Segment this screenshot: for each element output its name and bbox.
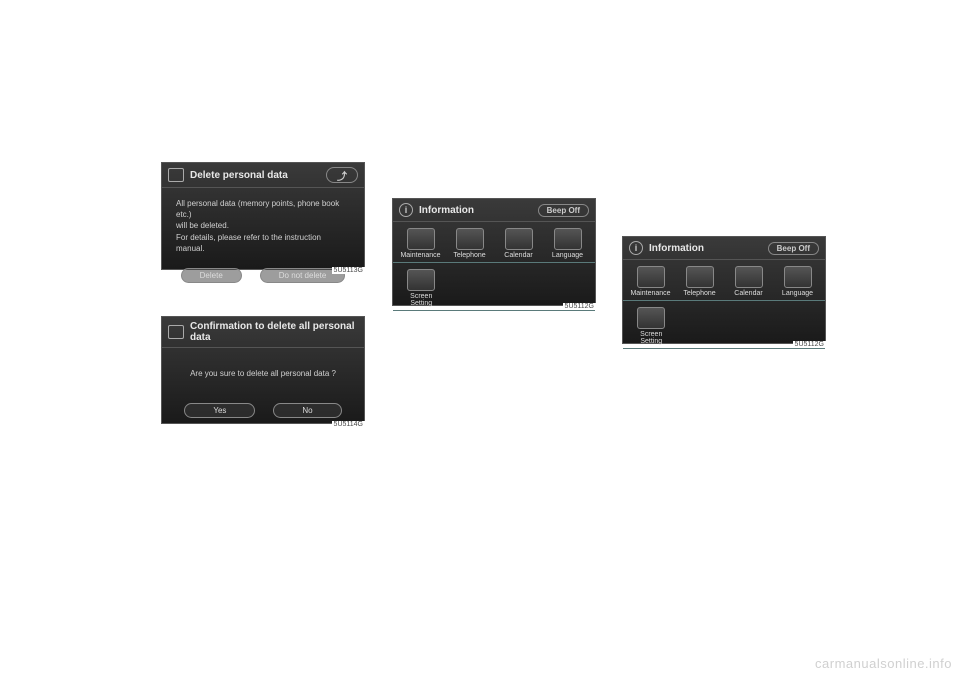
confirmation-delete-screen: Confirmation to delete all personal data… — [161, 316, 365, 424]
menu-row-1: Maintenance Telephone Calendar Language — [623, 260, 825, 301]
calendar-icon — [735, 266, 763, 288]
back-button[interactable]: ⤴ — [326, 167, 358, 183]
calendar-icon — [505, 228, 533, 250]
screen-icon — [407, 269, 435, 291]
maintenance-tile[interactable]: Maintenance — [627, 266, 674, 298]
caption-holder: 5U5114G — [161, 418, 365, 428]
calendar-tile[interactable]: Calendar — [725, 266, 772, 298]
information-menu-screen: i Information Beep Off Maintenance Telep… — [392, 198, 596, 306]
message-line: For details, please refer to the instruc… — [176, 232, 350, 254]
tile-label: Language — [552, 252, 583, 260]
tile-label: Calendar — [734, 290, 762, 298]
beep-off-button[interactable]: Beep Off — [768, 242, 819, 255]
page-root: Delete personal data ⤴ All personal data… — [0, 0, 960, 679]
phone-icon — [456, 228, 484, 250]
book-icon — [554, 228, 582, 250]
message-body: All personal data (memory points, phone … — [162, 188, 364, 264]
menu-row-1: Maintenance Telephone Calendar Language — [393, 222, 595, 263]
language-tile[interactable]: Language — [774, 266, 821, 298]
confirmation-message: Are you sure to delete all personal data… — [162, 348, 364, 399]
screen-title: Information — [419, 205, 474, 216]
tile-label: Language — [782, 290, 813, 298]
image-caption: 5U5112G — [563, 303, 596, 310]
tile-label: Telephone — [453, 252, 485, 260]
list-icon — [168, 325, 184, 339]
screen-title: Confirmation to delete all personal data — [190, 321, 358, 343]
title-bar: Delete personal data ⤴ — [162, 163, 364, 188]
image-caption: 5U5114G — [332, 421, 365, 428]
telephone-tile[interactable]: Telephone — [676, 266, 723, 298]
calendar-tile[interactable]: Calendar — [495, 228, 542, 260]
caption-holder: 5U5112G — [622, 338, 826, 348]
info-icon: i — [629, 241, 643, 255]
message-line: will be deleted. — [176, 220, 350, 231]
title-bar: i Information Beep Off — [623, 237, 825, 260]
maintenance-tile[interactable]: Maintenance — [397, 228, 444, 260]
back-arrow-icon: ⤴ — [337, 168, 347, 183]
screen-title: Information — [649, 243, 704, 254]
screen-title: Delete personal data — [190, 170, 288, 181]
title-bar: i Information Beep Off — [393, 199, 595, 222]
caption-holder: 5U5113G — [161, 264, 365, 274]
title-bar: Confirmation to delete all personal data — [162, 317, 364, 348]
message-line: All personal data (memory points, phone … — [176, 198, 350, 220]
tile-label: Maintenance — [630, 290, 670, 298]
list-icon — [168, 168, 184, 182]
tile-label: Calendar — [504, 252, 532, 260]
screen-icon — [637, 307, 665, 329]
info-icon: i — [399, 203, 413, 217]
wrench-icon — [637, 266, 665, 288]
language-tile[interactable]: Language — [544, 228, 591, 260]
telephone-tile[interactable]: Telephone — [446, 228, 493, 260]
image-caption: 5U5113G — [332, 267, 365, 274]
information-menu-screen: i Information Beep Off Maintenance Telep… — [622, 236, 826, 344]
yes-button[interactable]: Yes — [184, 403, 255, 418]
no-button[interactable]: No — [273, 403, 341, 418]
image-caption: 5U5112G — [793, 341, 826, 348]
tile-label: Maintenance — [400, 252, 440, 260]
phone-icon — [686, 266, 714, 288]
beep-off-button[interactable]: Beep Off — [538, 204, 589, 217]
delete-personal-data-screen: Delete personal data ⤴ All personal data… — [161, 162, 365, 270]
book-icon — [784, 266, 812, 288]
watermark: carmanualsonline.info — [815, 656, 952, 671]
wrench-icon — [407, 228, 435, 250]
caption-holder: 5U5112G — [392, 300, 596, 310]
tile-label: Telephone — [683, 290, 715, 298]
